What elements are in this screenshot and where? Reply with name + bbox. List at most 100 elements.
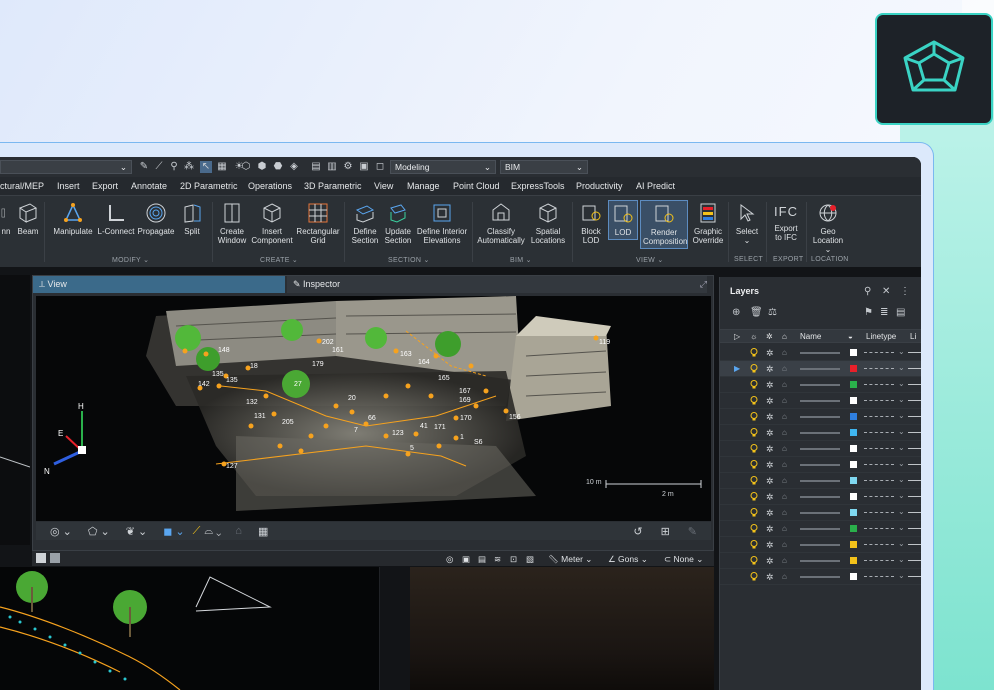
layer-color-swatch[interactable] [850, 349, 857, 356]
lock-icon[interactable]: ⌂ [782, 412, 787, 422]
chevron-down-icon[interactable]: ⌄ [898, 523, 905, 532]
chevron-down-icon[interactable]: ⌄ [898, 347, 905, 356]
add-layer-icon[interactable]: ⊕ [732, 307, 740, 318]
bulb-icon[interactable] [750, 396, 758, 405]
layer-states-icon[interactable]: ≣ [880, 307, 888, 318]
gear-icon[interactable]: ⚙ [342, 161, 354, 173]
layer-linetype[interactable] [864, 528, 894, 529]
menu-insert[interactable]: Insert [57, 181, 80, 191]
rectangular-grid-button[interactable]: Rectangular Grid [296, 202, 340, 245]
layer-name[interactable] [800, 512, 840, 514]
layer-color-swatch[interactable] [850, 557, 857, 564]
clip-icon[interactable]: ⬠ ⌄ [88, 525, 110, 538]
layer-row[interactable]: ✲ ⌂ ⌄ [720, 537, 921, 553]
layer-linetype[interactable] [864, 480, 894, 481]
layer-row[interactable]: ✲ ⌂ ⌄ [720, 425, 921, 441]
delete-layer-icon[interactable]: 🗑︎ [750, 307, 763, 318]
chevron-down-icon[interactable]: ⌄ [898, 363, 905, 372]
geo-location-button[interactable]: Geo Location ⌄ [810, 202, 846, 254]
select-similar-icon[interactable]: ⁂ [183, 161, 195, 173]
sun-icon[interactable]: ✲ [766, 444, 774, 454]
chevron-down-icon[interactable]: ⌄ [898, 475, 905, 484]
menu-3d-parametric[interactable]: 3D Parametric [304, 181, 362, 191]
layer-row[interactable]: ✲ ⌂ ⌄ [720, 441, 921, 457]
layer-name[interactable] [800, 496, 840, 498]
clapper-icon[interactable]: ▧ [526, 554, 534, 565]
layer-linetype[interactable] [864, 432, 894, 433]
layer-row[interactable]: ✲ ⌂ ⌄ [720, 521, 921, 537]
lod-button[interactable]: LOD [608, 200, 638, 240]
layer-lineweight[interactable] [908, 400, 921, 401]
layer-color-swatch[interactable] [850, 573, 857, 580]
merge-layer-icon[interactable]: ⚖ [768, 307, 777, 318]
layer-row[interactable]: ✲ ⌂ ⌄ [720, 393, 921, 409]
menu-operations[interactable]: Operations [248, 181, 292, 191]
chevron-down-icon[interactable]: ⌄ [898, 539, 905, 548]
bulb-icon[interactable] [750, 524, 758, 533]
lock-icon[interactable]: ⌂ [782, 540, 787, 550]
layer-name[interactable] [800, 352, 840, 354]
layer-lineweight[interactable] [908, 448, 921, 449]
sun-icon[interactable]: ✲ [766, 492, 774, 502]
layer-name[interactable] [800, 528, 840, 530]
layer-lineweight[interactable] [908, 512, 921, 513]
menu-productivity[interactable]: Productivity [576, 181, 623, 191]
bulb-icon[interactable] [750, 380, 758, 389]
layer-lineweight[interactable] [908, 496, 921, 497]
layer-color-swatch[interactable] [850, 541, 857, 548]
layer-lineweight[interactable] [908, 464, 921, 465]
menu-view[interactable]: View [374, 181, 393, 191]
layer-name[interactable] [800, 576, 840, 578]
define-interior-elevations-button[interactable]: Define Interior Elevations [416, 202, 468, 245]
menu-2d-parametric[interactable]: 2D Parametric [180, 181, 238, 191]
snap-icon[interactable]: ◎ [446, 554, 453, 565]
create-window-button[interactable]: Create Window [216, 202, 248, 245]
cube-outline-icon[interactable]: ⬢ [256, 161, 268, 173]
bulb-icon[interactable] [750, 508, 758, 517]
layer-lineweight[interactable] [908, 384, 921, 385]
workspace-dropdown[interactable]: Modeling ⌄ [390, 160, 496, 174]
graphic-override-button[interactable]: Graphic Override [692, 202, 724, 245]
lock-icon[interactable]: ⌂ [782, 460, 787, 470]
lock-icon[interactable]: ⌂ [782, 492, 787, 502]
more-icon[interactable]: ⋮ [900, 286, 910, 297]
column-lineweight[interactable]: Li [910, 332, 916, 341]
column-button[interactable]: nn [0, 202, 12, 236]
export-to-ifc-button[interactable]: IFC Export to IFC [770, 202, 802, 242]
layer-name[interactable] [800, 432, 840, 434]
layer-row[interactable]: ✲ ⌂ ⌄ [720, 473, 921, 489]
bulb-icon[interactable] [750, 364, 758, 373]
filter-icon[interactable]: ⚲ [168, 161, 180, 173]
sun-icon[interactable]: ✲ [766, 524, 774, 534]
tab-inspector[interactable]: ✎ Inspector [287, 276, 707, 293]
menu-export[interactable]: Export [92, 181, 118, 191]
propagate-button[interactable]: Propagate [137, 202, 175, 236]
column-linetype[interactable]: Linetype [866, 332, 896, 341]
bulb-icon[interactable] [750, 460, 758, 469]
chevron-down-icon[interactable]: ⌄ [898, 555, 905, 564]
layer-name[interactable] [800, 368, 840, 370]
layer-linetype[interactable] [864, 496, 894, 497]
define-section-button[interactable]: Define Section [348, 202, 382, 245]
pan-icon[interactable]: ▣ [462, 554, 470, 565]
bulb-icon[interactable] [750, 540, 758, 549]
layer-row[interactable]: ✲ ⌂ ⌄ [720, 553, 921, 569]
layer-linetype[interactable] [864, 352, 894, 353]
chevron-down-icon[interactable]: ⌄ [898, 427, 905, 436]
layer-lineweight[interactable] [908, 576, 921, 577]
chevron-down-icon[interactable]: ⌄ [898, 459, 905, 468]
point-cloud-scene[interactable]: 148 18 135 135 142 132 131 205 127 202 1… [36, 296, 711, 521]
layer-row[interactable]: ✲ ⌂ ⌄ [720, 457, 921, 473]
bulb-icon[interactable] [750, 428, 758, 437]
menu-expresstools[interactable]: ExpressTools [511, 181, 565, 191]
layer-row[interactable]: ▶ ✲ ⌂ ⌄ [720, 361, 921, 377]
layer-lineweight[interactable] [908, 416, 921, 417]
layer-linetype[interactable] [864, 544, 894, 545]
chevron-down-icon[interactable]: ⌄ [898, 443, 905, 452]
layer-linetype[interactable] [864, 512, 894, 513]
snap-select[interactable]: ⊂ None ⌄ [664, 554, 703, 565]
layer-name[interactable] [800, 560, 840, 562]
layer-color-swatch[interactable] [850, 525, 857, 532]
cursor-icon[interactable]: ↖ [200, 161, 212, 173]
layer-color-swatch[interactable] [850, 429, 857, 436]
